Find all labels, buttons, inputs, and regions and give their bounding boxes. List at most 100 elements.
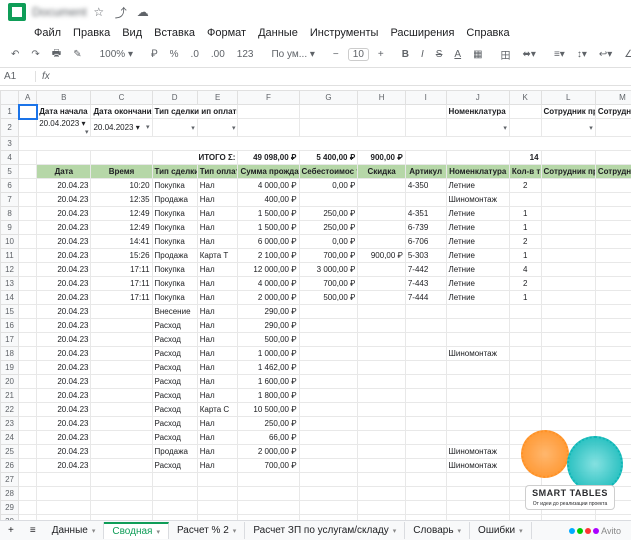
cell-pay[interactable]: Карта С — [197, 403, 238, 417]
sheet-tab[interactable]: Ошибки ▾ — [470, 522, 532, 539]
cell-nomen[interactable] — [446, 319, 509, 333]
cell-buyer[interactable] — [595, 361, 631, 375]
cell-deal[interactable]: Расход — [152, 333, 197, 347]
cell-buyer[interactable] — [595, 403, 631, 417]
col-K[interactable]: K — [509, 91, 541, 105]
cell-buyer[interactable] — [595, 445, 631, 459]
cell-art[interactable] — [405, 375, 446, 389]
cell-buyer[interactable] — [595, 179, 631, 193]
menu-file[interactable]: Файл — [34, 27, 61, 39]
paint-format-icon[interactable]: ✎ — [70, 47, 84, 62]
cell-deal[interactable]: Продажа — [152, 193, 197, 207]
cell-pay[interactable]: Нал — [197, 305, 238, 319]
cell-deal[interactable]: Покупка — [152, 221, 197, 235]
cell-cost[interactable] — [299, 361, 358, 375]
cell-time[interactable] — [91, 319, 152, 333]
row-23[interactable]: 23 — [1, 417, 19, 431]
cell-pay[interactable]: Нал — [197, 235, 238, 249]
cell-date[interactable]: 20.04.23 — [37, 221, 91, 235]
row-21[interactable]: 21 — [1, 389, 19, 403]
document-title[interactable]: Document — [32, 5, 87, 19]
cell-nomen[interactable]: Летние — [446, 263, 509, 277]
cell-sum[interactable]: 12 000,00 ₽ — [238, 263, 299, 277]
cell-nomen[interactable]: Шиномонтаж — [446, 459, 509, 473]
cell-date[interactable]: 20.04.23 — [37, 459, 91, 473]
col-L[interactable]: L — [541, 91, 595, 105]
cell-deal[interactable]: Покупка — [152, 207, 197, 221]
cell-buyer[interactable] — [595, 333, 631, 347]
cell-time[interactable]: 17:11 — [91, 263, 152, 277]
cell-qty[interactable]: 2 — [509, 179, 541, 193]
cell-cost[interactable] — [299, 431, 358, 445]
cell-deal[interactable]: Расход — [152, 431, 197, 445]
cell-cost[interactable]: 250,00 ₽ — [299, 221, 358, 235]
cell-art[interactable] — [405, 347, 446, 361]
row-10[interactable]: 10 — [1, 235, 19, 249]
cell-seller[interactable] — [541, 459, 595, 473]
cell-nomen[interactable] — [446, 389, 509, 403]
cell-date[interactable]: 20.04.23 — [37, 389, 91, 403]
cell-pay[interactable]: Нал — [197, 375, 238, 389]
cell-buyer[interactable] — [595, 319, 631, 333]
cell-pay[interactable]: Нал — [197, 431, 238, 445]
star-icon[interactable]: ☆ — [93, 6, 105, 18]
menu-help[interactable]: Справка — [466, 27, 509, 39]
cell-time[interactable]: 12:35 — [91, 193, 152, 207]
col-M[interactable]: M — [595, 91, 631, 105]
col-I[interactable]: I — [405, 91, 446, 105]
cell-nomen[interactable]: Летние — [446, 207, 509, 221]
cell-disc[interactable] — [358, 389, 406, 403]
cell-disc[interactable] — [358, 305, 406, 319]
cell-seller[interactable] — [541, 445, 595, 459]
row-11[interactable]: 11 — [1, 249, 19, 263]
cell-cost[interactable]: 0,00 ₽ — [299, 179, 358, 193]
menu-extensions[interactable]: Расширения — [390, 27, 454, 39]
cloud-icon[interactable]: ☁ — [137, 6, 149, 18]
cell-buyer[interactable] — [595, 263, 631, 277]
cell-art[interactable]: 6-739 — [405, 221, 446, 235]
sheet-tab[interactable]: Расчет % 2 ▾ — [169, 522, 245, 539]
cell-buyer[interactable] — [595, 235, 631, 249]
wrap-icon[interactable]: ↩▾ — [596, 47, 615, 62]
cell-pay[interactable]: Карта Т — [197, 249, 238, 263]
cell-buyer[interactable] — [595, 207, 631, 221]
cell-pay[interactable]: Нал — [197, 221, 238, 235]
cell-cost[interactable] — [299, 319, 358, 333]
cell-date[interactable]: 20.04.23 — [37, 333, 91, 347]
row-6[interactable]: 6 — [1, 179, 19, 193]
cell-disc[interactable] — [358, 375, 406, 389]
cell-buyer[interactable] — [595, 221, 631, 235]
cell-art[interactable]: 7-444 — [405, 291, 446, 305]
cell-seller[interactable] — [541, 291, 595, 305]
cell-time[interactable] — [91, 305, 152, 319]
cell-seller[interactable] — [541, 361, 595, 375]
cell-seller[interactable] — [541, 333, 595, 347]
cell-deal[interactable]: Расход — [152, 319, 197, 333]
cell-art[interactable] — [405, 333, 446, 347]
cell-deal[interactable]: Покупка — [152, 235, 197, 249]
halign-icon[interactable]: ≡▾ — [551, 47, 568, 62]
cell-qty[interactable]: 2 — [509, 235, 541, 249]
row-19[interactable]: 19 — [1, 361, 19, 375]
cell-sum[interactable]: 290,00 ₽ — [238, 319, 299, 333]
cell-art[interactable] — [405, 319, 446, 333]
cell-date[interactable]: 20.04.23 — [37, 375, 91, 389]
cell-pay[interactable]: Нал — [197, 291, 238, 305]
cell-deal[interactable]: Покупка — [152, 291, 197, 305]
cell-sum[interactable]: 1 500,00 ₽ — [238, 221, 299, 235]
cell-time[interactable]: 14:41 — [91, 235, 152, 249]
col-C[interactable]: C — [91, 91, 152, 105]
cell-pay[interactable]: Нал — [197, 417, 238, 431]
row-14[interactable]: 14 — [1, 291, 19, 305]
cell-art[interactable]: 4-351 — [405, 207, 446, 221]
cell-seller[interactable] — [541, 319, 595, 333]
cell-pay[interactable]: Нал — [197, 361, 238, 375]
cell-cost[interactable] — [299, 375, 358, 389]
cell-seller[interactable] — [541, 403, 595, 417]
cell-buyer[interactable] — [595, 459, 631, 473]
row-7[interactable]: 7 — [1, 193, 19, 207]
add-sheet-button[interactable]: + — [0, 523, 22, 538]
font-inc-icon[interactable]: + — [375, 47, 387, 62]
filter-emp-value[interactable] — [595, 119, 631, 137]
cell-buyer[interactable] — [595, 389, 631, 403]
